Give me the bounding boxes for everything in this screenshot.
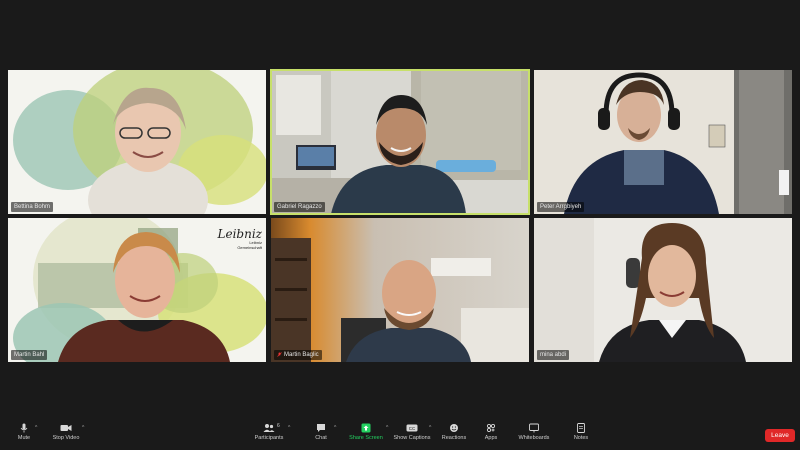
whiteboards-label: Whiteboards (518, 435, 550, 441)
share-options-caret[interactable]: ^ (386, 425, 388, 431)
captions-icon: CC (406, 424, 418, 432)
video-tile-5[interactable]: Martin Baglic (271, 218, 529, 362)
svg-text:CC: CC (409, 426, 416, 431)
notes-label: Notes (573, 435, 589, 441)
apps-label: Apps (484, 435, 498, 441)
video-tile-3[interactable]: Peter Arrgbiyeh (534, 70, 792, 214)
leave-button[interactable]: Leave (765, 429, 795, 442)
participant-video (534, 218, 792, 362)
participant-name-tag: Martin Bahl (11, 350, 48, 360)
participant-name-tag: Bettina Bohm (11, 202, 54, 212)
chat-label: Chat (315, 435, 327, 441)
reactions-icon (450, 424, 458, 432)
participant-video (8, 70, 266, 214)
notes-icon (577, 423, 585, 433)
video-tile-6[interactable]: mina abdi (534, 218, 792, 362)
participant-video (534, 70, 792, 214)
mute-options-caret[interactable]: ^ (35, 425, 37, 431)
video-tile-2[interactable]: Gabriel Ragazzo (270, 69, 530, 215)
participants-options-caret[interactable]: ^ (288, 425, 290, 431)
mic-muted-icon (277, 352, 282, 357)
participant-name: Peter Arrgbiyeh (540, 204, 582, 210)
stop-video-button[interactable]: Stop Video (48, 423, 84, 441)
logo-subtitle: Leibniz Gemeinschaft (214, 240, 262, 250)
mute-label: Mute (17, 435, 31, 441)
participants-button[interactable]: Participants (250, 423, 288, 441)
meeting-toolbar: Mute ^ Stop Video ^ Participants 6 ^ Cha… (0, 420, 800, 450)
leibniz-logo: Leibniz Leibniz Gemeinschaft (214, 228, 262, 250)
participant-video (271, 70, 529, 214)
video-tile-1[interactable]: Bettina Bohm (8, 70, 266, 214)
video-options-caret[interactable]: ^ (82, 425, 84, 431)
participant-name: Martin Bahl (14, 352, 45, 358)
participant-name-tag: Peter Arrgbiyeh (537, 202, 585, 212)
share-screen-button[interactable]: Share Screen (345, 423, 387, 441)
participant-name: Gabriel Ragazzo (277, 204, 322, 210)
chat-options-caret[interactable]: ^ (334, 425, 336, 431)
video-camera-icon (60, 425, 72, 431)
participant-name-tag: Gabriel Ragazzo (274, 202, 325, 212)
chat-icon (317, 424, 325, 432)
logo-text: Leibniz (217, 227, 262, 241)
participants-icon (263, 424, 275, 432)
mute-button[interactable]: Mute (10, 423, 38, 441)
participants-count: 6 (277, 423, 280, 429)
show-captions-button[interactable]: CC Show Captions (392, 423, 432, 441)
reactions-button[interactable]: Reactions (440, 423, 468, 441)
participant-name: Martin Baglic (284, 352, 319, 358)
participant-name: mina abdi (540, 352, 567, 358)
participant-name: Bettina Bohm (14, 204, 51, 210)
captions-options-caret[interactable]: ^ (429, 425, 431, 431)
microphone-icon (20, 423, 28, 433)
video-tile-4[interactable]: Leibniz Leibniz Gemeinschaft Martin Bahl (8, 218, 266, 362)
whiteboard-icon (529, 423, 539, 433)
show-captions-label: Show Captions (393, 435, 431, 441)
share-screen-label: Share Screen (349, 435, 383, 441)
participants-label: Participants (254, 435, 284, 441)
video-grid: Bettina Bohm Gabriel Ragazzo Peter Arrgb… (0, 0, 800, 420)
chat-button[interactable]: Chat (310, 423, 332, 441)
share-screen-icon (361, 423, 371, 433)
notes-button[interactable]: Notes (570, 423, 592, 441)
reactions-label: Reactions (441, 435, 467, 441)
participant-name-tag: mina abdi (537, 350, 570, 360)
apps-button[interactable]: Apps (480, 423, 502, 441)
apps-icon (486, 423, 496, 433)
whiteboards-button[interactable]: Whiteboards (514, 423, 554, 441)
participant-name-tag: Martin Baglic (274, 350, 322, 360)
logo-sub2: Gemeinschaft (237, 245, 262, 250)
stop-video-label: Stop Video (52, 435, 80, 441)
participant-video (271, 218, 529, 362)
